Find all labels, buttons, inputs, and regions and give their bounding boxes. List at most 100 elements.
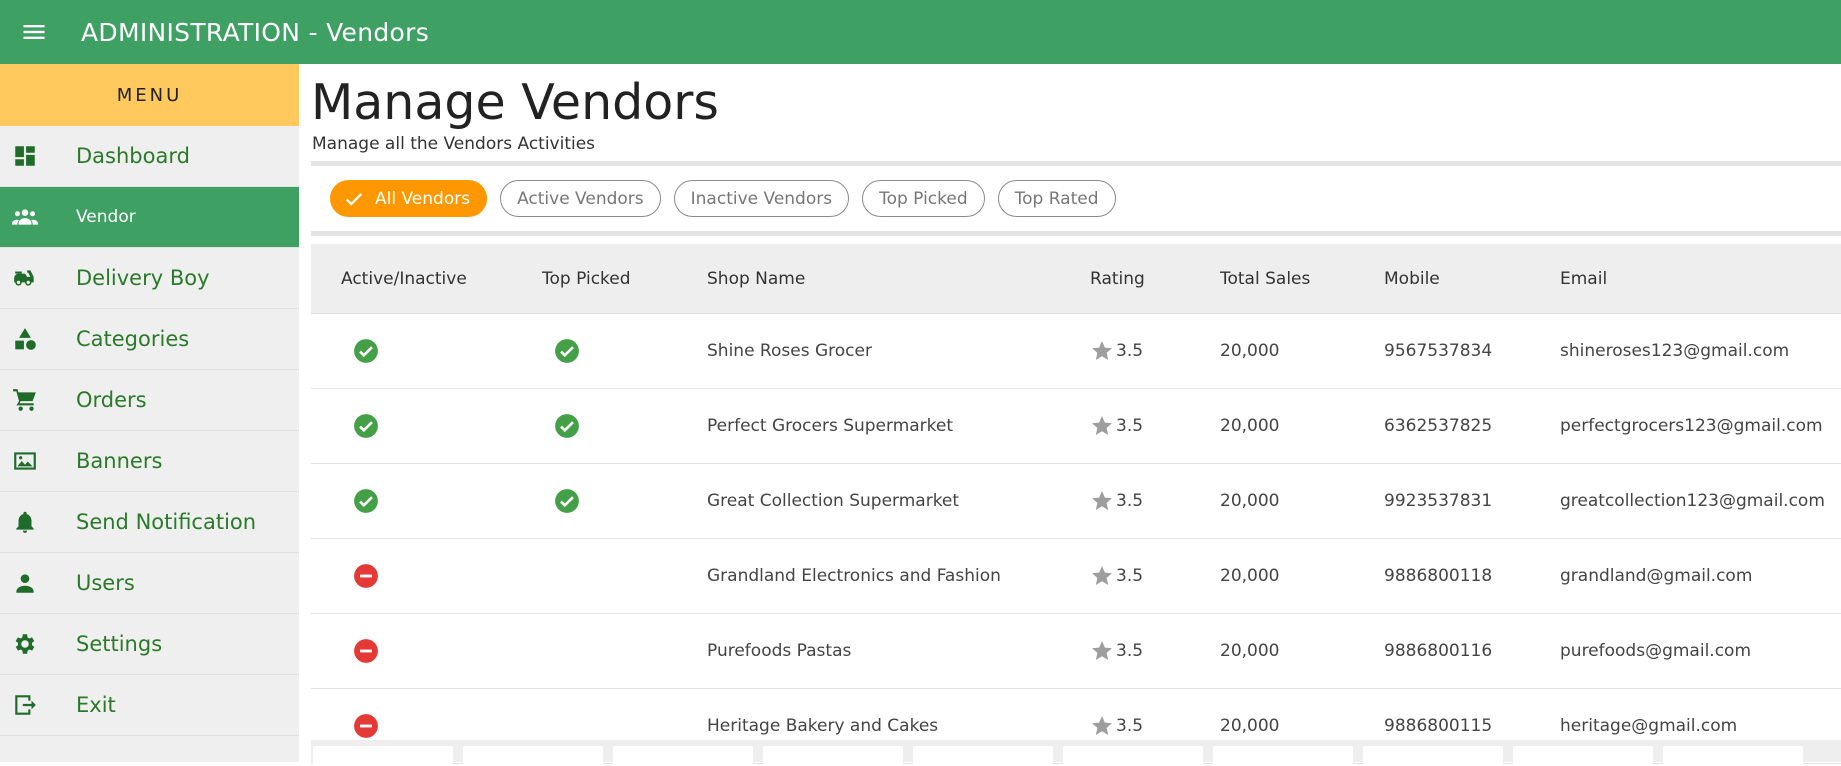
check-circle-icon[interactable] bbox=[353, 413, 379, 439]
strip-box bbox=[913, 746, 1053, 766]
rating: 3.5 bbox=[1062, 339, 1192, 363]
filter-chip-all-vendors[interactable]: All Vendors bbox=[330, 180, 488, 217]
table-row[interactable]: Great Collection Supermarket 3.5 20,000 992… bbox=[311, 464, 1841, 539]
filter-chip-active-vendors[interactable]: Active Vendors bbox=[500, 180, 661, 217]
chip-label: Inactive Vendors bbox=[690, 188, 833, 209]
strip-box bbox=[613, 746, 753, 766]
check-icon bbox=[345, 192, 363, 206]
table-body: Shine Roses Grocer 3.5 20,000 9567537834 shi… bbox=[311, 314, 1841, 764]
sidebar-item-label: Categories bbox=[76, 327, 190, 351]
top-picked-status bbox=[512, 338, 679, 364]
filter-chips: All Vendors Active Vendors Inactive Vend… bbox=[330, 180, 1116, 217]
total-sales: 20,000 bbox=[1220, 416, 1280, 436]
email: heritage@gmail.com bbox=[1560, 716, 1738, 736]
sidebar-item-send-notification[interactable]: Send Notification bbox=[0, 492, 299, 553]
filter-chip-top-rated[interactable]: Top Rated bbox=[997, 180, 1116, 217]
shop-name: Perfect Grocers Supermarket bbox=[707, 416, 954, 436]
minus-circle-icon[interactable] bbox=[353, 713, 379, 739]
sidebar-item-label: Dashboard bbox=[76, 144, 190, 168]
active-status bbox=[311, 488, 512, 514]
minus-circle-icon[interactable] bbox=[353, 638, 379, 664]
column-header-shop-name[interactable]: Shop Name bbox=[679, 269, 1062, 289]
table-row[interactable]: Perfect Grocers Supermarket 3.5 20,000 6362… bbox=[311, 389, 1841, 464]
sidebar-item-categories[interactable]: Categories bbox=[0, 309, 299, 370]
main-content: Manage Vendors Manage all the Vendors Ac… bbox=[299, 64, 1841, 766]
mobile: 9886800118 bbox=[1384, 566, 1493, 586]
strip-box bbox=[1213, 746, 1353, 766]
sidebar-item-label: Exit bbox=[76, 693, 116, 717]
person-icon bbox=[0, 570, 76, 596]
table-row[interactable]: Grandland Electronics and Fashion 3.5 20,0… bbox=[311, 539, 1841, 614]
sidebar-item-users[interactable]: Users bbox=[0, 553, 299, 614]
check-circle-icon[interactable] bbox=[353, 338, 379, 364]
active-status bbox=[311, 638, 512, 664]
column-header-mobile[interactable]: Mobile bbox=[1356, 269, 1532, 289]
shop-name: Grandland Electronics and Fashion bbox=[707, 566, 1001, 586]
chip-label: All Vendors bbox=[375, 188, 471, 209]
chip-label: Active Vendors bbox=[517, 188, 644, 209]
column-header-active[interactable]: Active/Inactive bbox=[311, 269, 512, 289]
top-app-bar: ADMINISTRATION - Vendors bbox=[0, 0, 1841, 64]
people-icon bbox=[0, 204, 76, 230]
categories-shapes-icon bbox=[0, 326, 76, 352]
minus-circle-icon[interactable] bbox=[353, 563, 379, 589]
sidebar-item-exit[interactable]: Exit bbox=[0, 675, 299, 736]
email: perfectgrocers123@gmail.com bbox=[1560, 416, 1823, 436]
top-picked-status bbox=[512, 413, 679, 439]
sidebar-item-label: Banners bbox=[76, 449, 163, 473]
star-icon bbox=[1092, 566, 1112, 585]
sidebar-item-label: Send Notification bbox=[76, 510, 257, 534]
sidebar-item-banners[interactable]: Banners bbox=[0, 431, 299, 492]
shop-name: Purefoods Pastas bbox=[707, 641, 852, 661]
sidebar-item-vendor[interactable]: Vendor bbox=[0, 187, 299, 248]
divider bbox=[311, 161, 1841, 166]
rating: 3.5 bbox=[1062, 489, 1192, 513]
filter-chip-top-picked[interactable]: Top Picked bbox=[862, 180, 985, 217]
sidebar-item-delivery-boy[interactable]: Delivery Boy bbox=[0, 248, 299, 309]
rating-value: 3.5 bbox=[1116, 566, 1144, 586]
sidebar-item-orders[interactable]: Orders bbox=[0, 370, 299, 431]
table-header: Active/Inactive Top Picked Shop Name Rat… bbox=[311, 244, 1841, 314]
strip-box bbox=[463, 746, 603, 766]
check-circle-icon[interactable] bbox=[554, 338, 580, 364]
filter-chip-inactive-vendors[interactable]: Inactive Vendors bbox=[673, 180, 850, 217]
sidebar-item-label: Vendor bbox=[76, 207, 136, 227]
table-row[interactable]: Purefoods Pastas 3.5 20,000 9886800116 puref… bbox=[311, 614, 1841, 689]
strip-box bbox=[1363, 746, 1503, 766]
rating-value: 3.5 bbox=[1116, 491, 1144, 511]
dashboard-icon bbox=[0, 143, 76, 169]
mobile: 9886800116 bbox=[1384, 641, 1493, 661]
column-header-top-picked[interactable]: Top Picked bbox=[512, 269, 679, 289]
column-header-email[interactable]: Email bbox=[1532, 269, 1841, 289]
column-header-total-sales[interactable]: Total Sales bbox=[1192, 269, 1356, 289]
shop-name: Shine Roses Grocer bbox=[707, 341, 872, 361]
rating: 3.5 bbox=[1062, 639, 1192, 663]
sidebar-item-label: Orders bbox=[76, 388, 147, 412]
rating: 3.5 bbox=[1062, 564, 1192, 588]
email: greatcollection123@gmail.com bbox=[1560, 491, 1825, 511]
check-circle-icon[interactable] bbox=[554, 413, 580, 439]
top-picked-status bbox=[512, 488, 679, 514]
rating-value: 3.5 bbox=[1116, 716, 1144, 736]
pagination-strip bbox=[311, 740, 1841, 766]
column-header-rating[interactable]: Rating bbox=[1062, 269, 1192, 289]
strip-box bbox=[1513, 746, 1653, 766]
hamburger-menu-icon[interactable] bbox=[0, 0, 68, 64]
active-status bbox=[311, 338, 512, 364]
exit-icon bbox=[0, 692, 76, 718]
chip-label: Top Picked bbox=[879, 188, 968, 209]
menu-header: MENU bbox=[0, 64, 299, 126]
email: grandland@gmail.com bbox=[1560, 566, 1753, 586]
page-subtitle: Manage all the Vendors Activities bbox=[312, 134, 596, 154]
shop-name: Great Collection Supermarket bbox=[707, 491, 960, 511]
table-row[interactable]: Shine Roses Grocer 3.5 20,000 9567537834 shi… bbox=[311, 314, 1841, 389]
check-circle-icon[interactable] bbox=[554, 488, 580, 514]
strip-box bbox=[1663, 746, 1803, 766]
sidebar-item-dashboard[interactable]: Dashboard bbox=[0, 126, 299, 187]
strip-box bbox=[1063, 746, 1203, 766]
check-circle-icon[interactable] bbox=[353, 488, 379, 514]
shop-name: Heritage Bakery and Cakes bbox=[707, 716, 939, 736]
sidebar-item-settings[interactable]: Settings bbox=[0, 614, 299, 675]
star-icon bbox=[1092, 416, 1112, 435]
cart-icon bbox=[0, 387, 76, 413]
